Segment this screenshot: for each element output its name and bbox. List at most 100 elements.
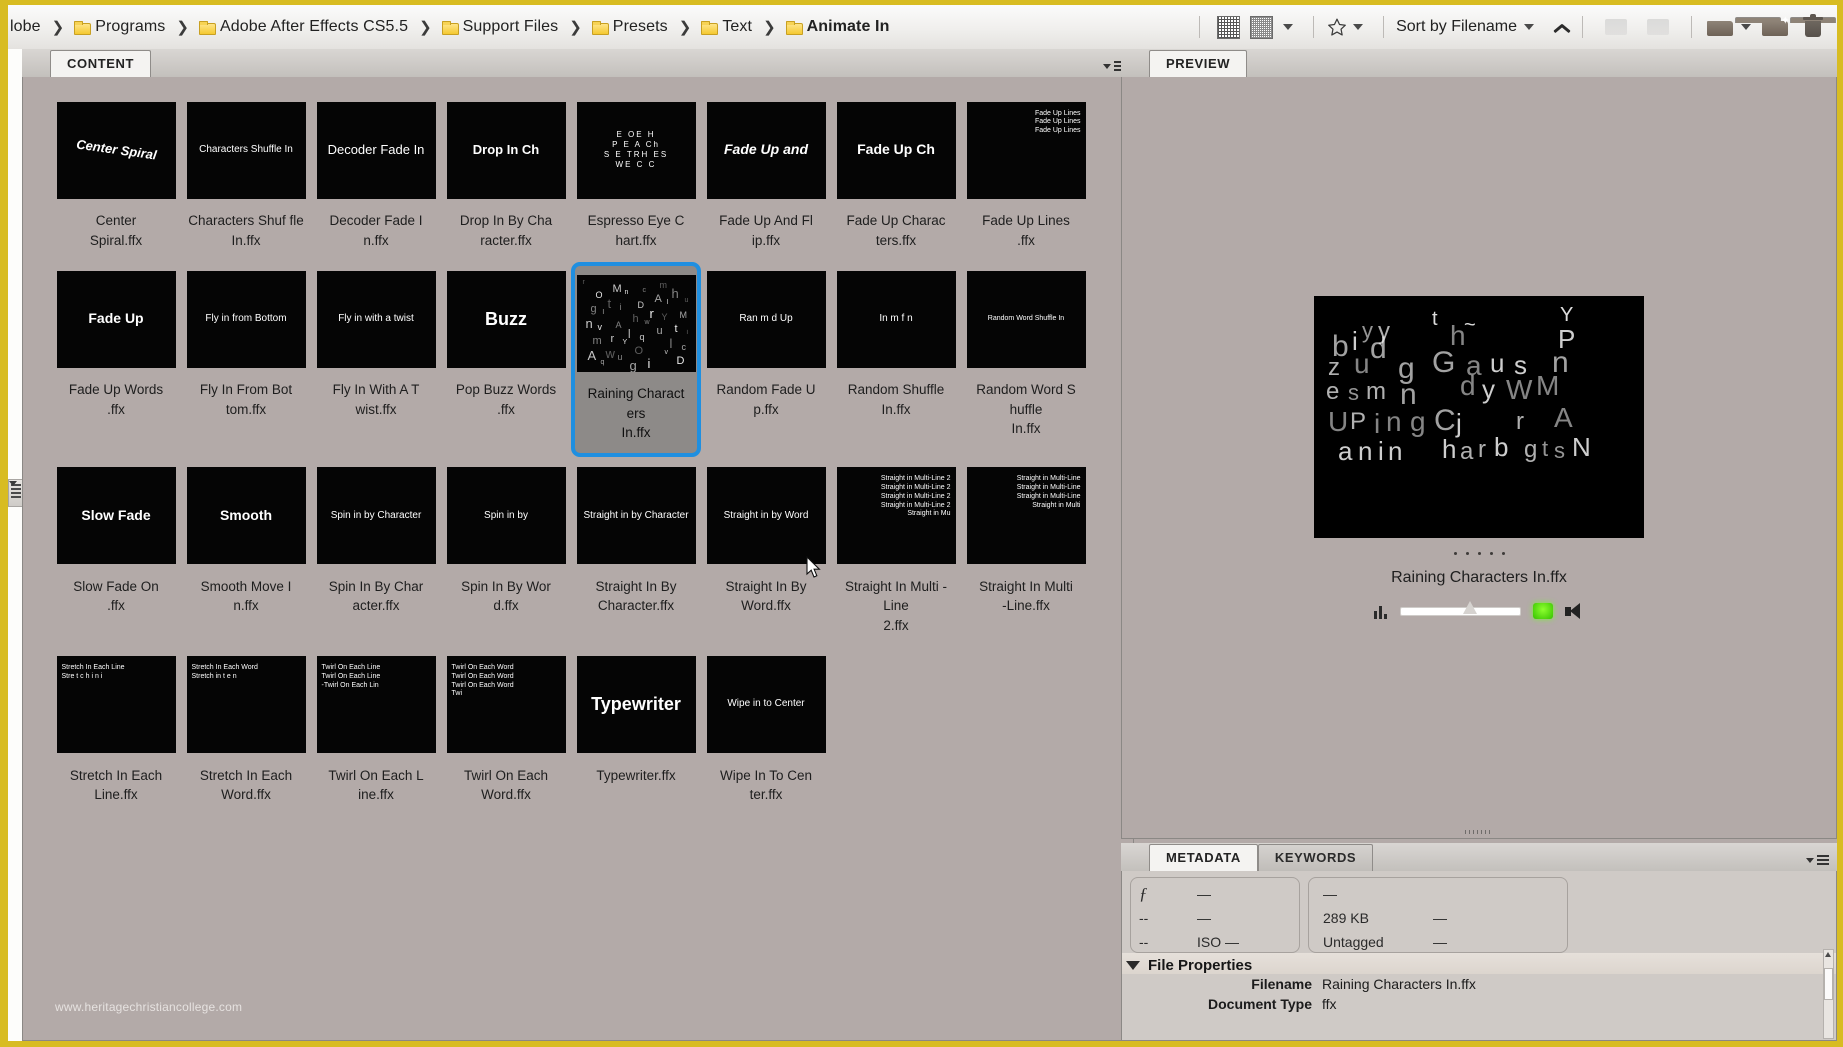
tab-content[interactable]: CONTENT bbox=[50, 50, 152, 77]
folder-icon bbox=[198, 21, 216, 35]
thumbnail-item[interactable]: Buzz Pop Buzz Words .ffx bbox=[441, 262, 571, 457]
page-dot[interactable] bbox=[1489, 551, 1493, 555]
thumbnail-item[interactable]: Straight in by Word Straight In By Word.ff… bbox=[701, 459, 831, 646]
thumbnail-item[interactable]: Straight in Multi-Line 2 Straight in Mult… bbox=[831, 459, 961, 646]
trash-icon[interactable] bbox=[1803, 14, 1823, 38]
thumbnail-item[interactable]: Fly in from Bottom Fly In From Bot tom.ffx bbox=[181, 262, 311, 457]
thumbnail-item[interactable]: In m f n Random Shuffle In.ffx bbox=[831, 262, 961, 457]
tab-metadata[interactable]: METADATA bbox=[1149, 844, 1258, 871]
rail-chevron-down-icon[interactable] bbox=[9, 481, 17, 486]
thumbnail-item[interactable]: Stretch In Each Word Stretch in t e n Stre… bbox=[181, 648, 311, 815]
thumbnail-item[interactable]: Wipe in to Center Wipe In To Cen ter.ffx bbox=[701, 648, 831, 815]
property-key: Document Type bbox=[1208, 996, 1312, 1012]
breadcrumb-separator: ❯ bbox=[569, 19, 582, 36]
preview-character: h bbox=[1442, 433, 1457, 464]
breadcrumb: lobe ❯ Programs ❯ Adobe After Effects CS5.5 ❯… bbox=[8, 18, 889, 36]
chevron-up-icon[interactable] bbox=[1554, 19, 1570, 35]
preview-image[interactable]: b i y y t ~ Yd h Pz u g Ga u s n e s m n d y W M U Pi n g Cj r Aa n i n h… bbox=[1314, 295, 1644, 538]
preview-character: r bbox=[1478, 435, 1486, 463]
folder-icon bbox=[701, 21, 719, 35]
thumbnail-caption: Fade Up Charac ters.ffx bbox=[846, 213, 946, 248]
breadcrumb-item-lobe[interactable]: lobe bbox=[10, 18, 41, 36]
thumbnail-item[interactable]: Straight in Multi-Line Straight in Multi-… bbox=[961, 459, 1091, 646]
metadata-scrollbar[interactable] bbox=[1823, 949, 1834, 1039]
tab-preview[interactable]: PREVIEW bbox=[1149, 50, 1248, 77]
breadcrumb-item-programs[interactable]: Programs bbox=[74, 18, 165, 36]
page-dot[interactable] bbox=[1453, 551, 1457, 555]
thumbnail-item[interactable]: Twirl On Each Word Twirl On Each Word Twir… bbox=[441, 648, 571, 815]
thumbnail-item[interactable]: Straight in by Character Straight In By Ch… bbox=[571, 459, 701, 646]
panel-menu-icon[interactable] bbox=[1806, 855, 1829, 865]
page-dot[interactable] bbox=[1501, 551, 1505, 555]
details-view-icon[interactable] bbox=[1250, 15, 1274, 39]
thumbnail-item[interactable]: Fly in with a twist Fly In With A Twist.f… bbox=[311, 262, 441, 457]
thumbnail-item[interactable]: Characters Shuffle In Characters Shuf fle… bbox=[181, 93, 311, 260]
thumbnail-item[interactable]: Fade Up Lines Fade Up Lines Fade Up Lines F… bbox=[961, 93, 1091, 260]
page-dot[interactable] bbox=[1465, 551, 1469, 555]
breadcrumb-item-text[interactable]: Text bbox=[701, 18, 752, 36]
property-value[interactable]: Raining Characters In.ffx bbox=[1322, 976, 1476, 992]
thumbnail-text: Stretch In Each Line Stre t c h i n i bbox=[61, 664, 125, 680]
speaker-icon[interactable] bbox=[1565, 602, 1584, 620]
thumbnail-item[interactable]: Fade Up Ch Fade Up Charac ters.ffx bbox=[831, 93, 961, 260]
favorites-chevron-down-icon[interactable] bbox=[1353, 24, 1364, 30]
thumbnail-text: Characters Shuffle In bbox=[199, 143, 293, 155]
thumbnail-preview: Twirl On Each Word Twirl On Each Word Twir… bbox=[446, 656, 566, 753]
thumbnail-item-selected[interactable]: riuAnYmgIvOhlqDtwcMriuAnYmgIvOhlqDtwcMri… bbox=[571, 262, 701, 457]
breadcrumb-item-adobe-after-effects-cs5-5[interactable]: Adobe After Effects CS5.5 bbox=[198, 18, 408, 36]
folder-dropdown-icon[interactable] bbox=[1707, 17, 1781, 37]
thumbnail-item[interactable]: Fade Up and Fade Up And Fl ip.ffx bbox=[701, 93, 831, 260]
thumbnail-item[interactable]: Fade Up Fade Up Words .ffx bbox=[51, 262, 181, 457]
sort-by-label[interactable]: Sort by Filename bbox=[1396, 18, 1517, 36]
tab-keywords[interactable]: KEYWORDS bbox=[1257, 844, 1374, 871]
volume-slider[interactable] bbox=[1400, 600, 1521, 616]
thumbnail-item[interactable]: E OE HP E A Ch S E TRH ES WE C C Espresso E… bbox=[571, 93, 701, 260]
thumbnail-item[interactable]: Random Word Shuffle In Random Word S huff… bbox=[961, 262, 1091, 457]
thumbnail-item[interactable]: Drop In Ch Drop In By Cha racter.ffx bbox=[441, 93, 571, 260]
rain-character: O bbox=[634, 344, 644, 357]
folder-chevron-down-icon[interactable] bbox=[1741, 24, 1751, 30]
page-dot[interactable] bbox=[1477, 551, 1481, 555]
thumbnail-item[interactable]: Slow Fade Slow Fade On .ffx bbox=[51, 459, 181, 646]
scroll-up-icon[interactable] bbox=[1825, 952, 1831, 957]
file-properties-header[interactable]: File Properties bbox=[1122, 953, 1836, 974]
grid-view-icon[interactable] bbox=[1217, 15, 1241, 39]
sort-chevron-down-icon[interactable] bbox=[1524, 24, 1534, 30]
left-scroll-rail[interactable] bbox=[8, 49, 24, 1041]
breadcrumb-item-animate-in[interactable]: Animate In bbox=[785, 18, 890, 36]
preview-resize-grip[interactable] bbox=[1465, 830, 1493, 834]
preview-page-dots[interactable] bbox=[1453, 551, 1505, 555]
thumbnail-frame: Typewriter bbox=[571, 648, 701, 762]
thumbnail-item[interactable]: Stretch In Each Line Stre t c h i n i Stre… bbox=[51, 648, 181, 815]
thumbnail-item[interactable]: Smooth Smooth Move In.ffx bbox=[181, 459, 311, 646]
new-folder-icon[interactable]: ✦ bbox=[1762, 16, 1836, 37]
star-icon[interactable] bbox=[1326, 17, 1348, 38]
preview-character: s bbox=[1554, 437, 1565, 463]
thumbnail-item[interactable]: Typewriter Typewriter.ffx bbox=[571, 648, 701, 815]
thumbnail-item[interactable]: Twirl On Each Line Twirl On Each Line -Twi… bbox=[311, 648, 441, 815]
thumbnail-preview: Straight in Multi-Line 2 Straight in Mult… bbox=[836, 467, 956, 565]
thumbnail-caption: Typewriter.ffx bbox=[596, 767, 676, 783]
thumbnail-item[interactable]: Spin in by Spin In By Wor d.ffx bbox=[441, 459, 571, 646]
thumbnail-caption: Decoder Fade In.ffx bbox=[329, 213, 423, 248]
thumbnail-preview: Buzz bbox=[446, 270, 566, 368]
thumbnail-item[interactable]: Decoder Fade In Decoder Fade In.ffx bbox=[311, 93, 441, 260]
property-row: Document Type ffx bbox=[1122, 994, 1836, 1014]
breadcrumb-item-support-files[interactable]: Support Files bbox=[441, 18, 559, 36]
metadata-body: ƒ — -- — -- ISO — —289 KB — Untagged — File Prop… bbox=[1121, 871, 1837, 1041]
divider bbox=[1582, 16, 1583, 38]
thumbnail-caption: Espresso Eye Chart.ffx bbox=[587, 213, 685, 248]
thumbnail-item[interactable]: Spin in by Character Spin In By Char acter… bbox=[311, 459, 441, 646]
scroll-thumb[interactable] bbox=[1824, 968, 1833, 1000]
thumbnail-text: Straight in by Word bbox=[723, 509, 809, 521]
disclosure-triangle-icon[interactable] bbox=[1126, 961, 1140, 970]
mouse-cursor bbox=[806, 556, 821, 578]
thumbnail-item[interactable]: Center Spiral Center Spiral.ffx bbox=[51, 93, 181, 260]
thumbnail-item[interactable]: Ran m d Up Random Fade Up.ffx bbox=[701, 262, 831, 457]
chevron-down-icon[interactable] bbox=[1283, 24, 1294, 30]
loop-button[interactable] bbox=[1533, 603, 1553, 619]
preview-filename: Raining Characters In.ffx bbox=[1391, 568, 1567, 586]
property-value[interactable]: ffx bbox=[1322, 996, 1337, 1012]
property-key: Filename bbox=[1251, 976, 1312, 992]
breadcrumb-item-presets[interactable]: Presets bbox=[591, 18, 668, 36]
